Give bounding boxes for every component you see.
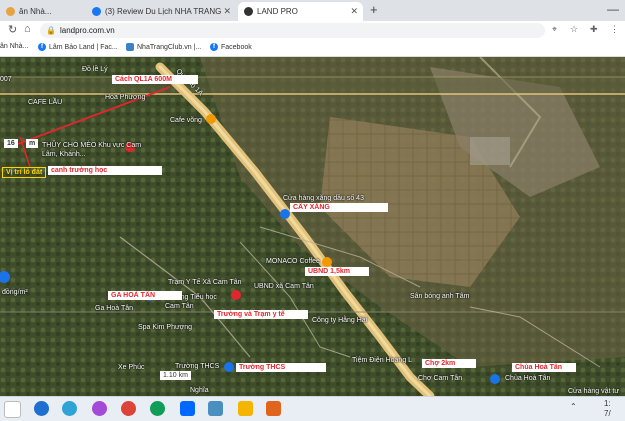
callout-school-side: canh trường học [48, 166, 162, 175]
facebook-icon: f [38, 43, 46, 51]
facebook-icon [92, 7, 101, 16]
place-label: Sân bóng anh Tâm [410, 293, 470, 300]
callout-station: GA HOÀ TÂN [108, 291, 182, 300]
home-icon[interactable]: ⌂ [24, 23, 31, 35]
callout-market: Chợ 2km [422, 359, 476, 368]
place-label: Trạm Y Tế Xã Cam Tân [168, 279, 242, 286]
place-label: THỦY CHÓ MÈO Khu vực Cam Lâm, Khánh... [42, 142, 142, 158]
tab-label: LAND PRO [257, 7, 298, 16]
place-label: UBND xã Cam Tân [254, 283, 314, 290]
zalo-icon[interactable] [180, 401, 195, 416]
place-label: Cafe võng [170, 117, 202, 124]
place-label: Cửa hàng xăng dầu số 43 [283, 195, 364, 202]
taskview-icon[interactable] [34, 401, 49, 416]
chrome-profile-icon[interactable] [150, 401, 165, 416]
map-coordinate-text: 007 [0, 76, 12, 83]
star-icon[interactable]: ☆ [570, 24, 578, 35]
place-label: Chùa Hoà Tân [505, 375, 551, 382]
tab-label: (3) Review Du Lịch NHA TRANG [105, 7, 222, 16]
place-label: Tiệm Điện Hoàng L [352, 357, 413, 364]
place-label: Spa Kim Phượng [138, 324, 193, 331]
extensions-icon[interactable]: ✚ [590, 24, 598, 35]
callout-school-health: Trường và Trạm y tế [214, 310, 308, 319]
tab-1[interactable]: ân Nhà... [0, 2, 84, 21]
reload-icon[interactable]: ↻ [8, 23, 17, 36]
lock-icon: 🔒 [46, 26, 56, 35]
place-label: CAFE LẦU [28, 99, 63, 106]
tab-label: ân Nhà... [19, 7, 52, 16]
address-bar-row: ↻ ⌂ 🔒 landpro.com.vn ⌖ ☆ ✚ ⋮ [0, 21, 625, 41]
place-label: Cửa hàng vật tư [568, 388, 620, 395]
new-tab-button[interactable]: + [370, 2, 378, 17]
place-label: Xe Phúc [118, 364, 145, 371]
tab-favicon-icon [6, 7, 15, 16]
close-icon[interactable]: ✕ [350, 6, 358, 17]
clock-date[interactable]: 7/ [604, 409, 611, 418]
place-label: Trường THCS [175, 363, 220, 370]
bookmark-item[interactable]: f Lâm Bảo Land | Fac... [38, 43, 118, 51]
distance-badge: 1.10 km [160, 371, 191, 380]
edge-icon[interactable] [62, 401, 77, 416]
tab-3[interactable]: LAND PRO ✕ [238, 2, 363, 21]
bookmarks-bar: ân Nhà... f Lâm Bảo Land | Fac... NhaTra… [0, 40, 625, 57]
minimize-button[interactable]: — [607, 2, 619, 16]
place-label: Ga Hoà Tân [95, 305, 134, 312]
place-label: MONACO Coffee [266, 258, 320, 265]
place-label: Công ty Hằng Hải [312, 317, 368, 324]
map-imagery [0, 57, 625, 396]
url-text: landpro.com.vn [60, 26, 115, 35]
tab-bar: ân Nhà... (3) Review Du Lịch NHA TRANG ✕… [0, 0, 625, 21]
satellite-map[interactable]: 007 Đồ lề Lý CAFE LẦU Hoa Phượng Quốc lộ… [0, 57, 625, 396]
photos-icon[interactable] [208, 401, 223, 416]
place-label: Chợ Cam Tân [418, 375, 463, 382]
start-icon[interactable] [4, 401, 21, 418]
close-icon[interactable]: ✕ [223, 6, 231, 17]
paint-icon[interactable] [238, 401, 253, 416]
menu-icon[interactable]: ⋮ [610, 24, 619, 35]
bookmark-item[interactable]: f Facebook [210, 43, 252, 51]
url-field[interactable]: 🔒 landpro.com.vn [40, 23, 545, 38]
place-label: Hoa Phượng [105, 94, 146, 101]
site-icon [126, 43, 134, 51]
clock-time[interactable]: 1: [604, 399, 611, 408]
distance-badge: 16 [4, 139, 18, 148]
callout-pagoda: Chùa Hoà Tân [512, 363, 576, 372]
callout-lot: Vị trí lô đất [2, 167, 47, 178]
callout-gas: CÂY XĂNG [290, 203, 388, 212]
bookmark-item[interactable]: NhaTrangClub.vn |... [126, 43, 201, 51]
location-icon[interactable]: ⌖ [552, 24, 557, 35]
chrome-icon[interactable] [121, 401, 136, 416]
landpro-icon [244, 7, 253, 16]
distance-badge: m [26, 139, 39, 148]
messenger-icon[interactable] [92, 401, 107, 416]
place-label: Đồ lề Lý [82, 66, 108, 73]
place-label: Nghĩa [190, 387, 209, 394]
facebook-icon: f [210, 43, 218, 51]
bookmark-item[interactable]: ân Nhà... [0, 43, 28, 50]
callout-ql1a: Cách QL1A 600M [112, 75, 198, 84]
place-label: đồng/m² [2, 289, 28, 296]
tab-2[interactable]: (3) Review Du Lịch NHA TRANG ✕ [86, 2, 236, 21]
callout-thcs: Trường THCS [236, 363, 326, 372]
tray-chevron-icon[interactable]: ⌃ [570, 402, 577, 411]
callout-ubnd: UBND 1,5km [305, 267, 369, 276]
taskbar: ⌃ 1: 7/ [0, 396, 625, 421]
app-icon[interactable] [266, 401, 281, 416]
